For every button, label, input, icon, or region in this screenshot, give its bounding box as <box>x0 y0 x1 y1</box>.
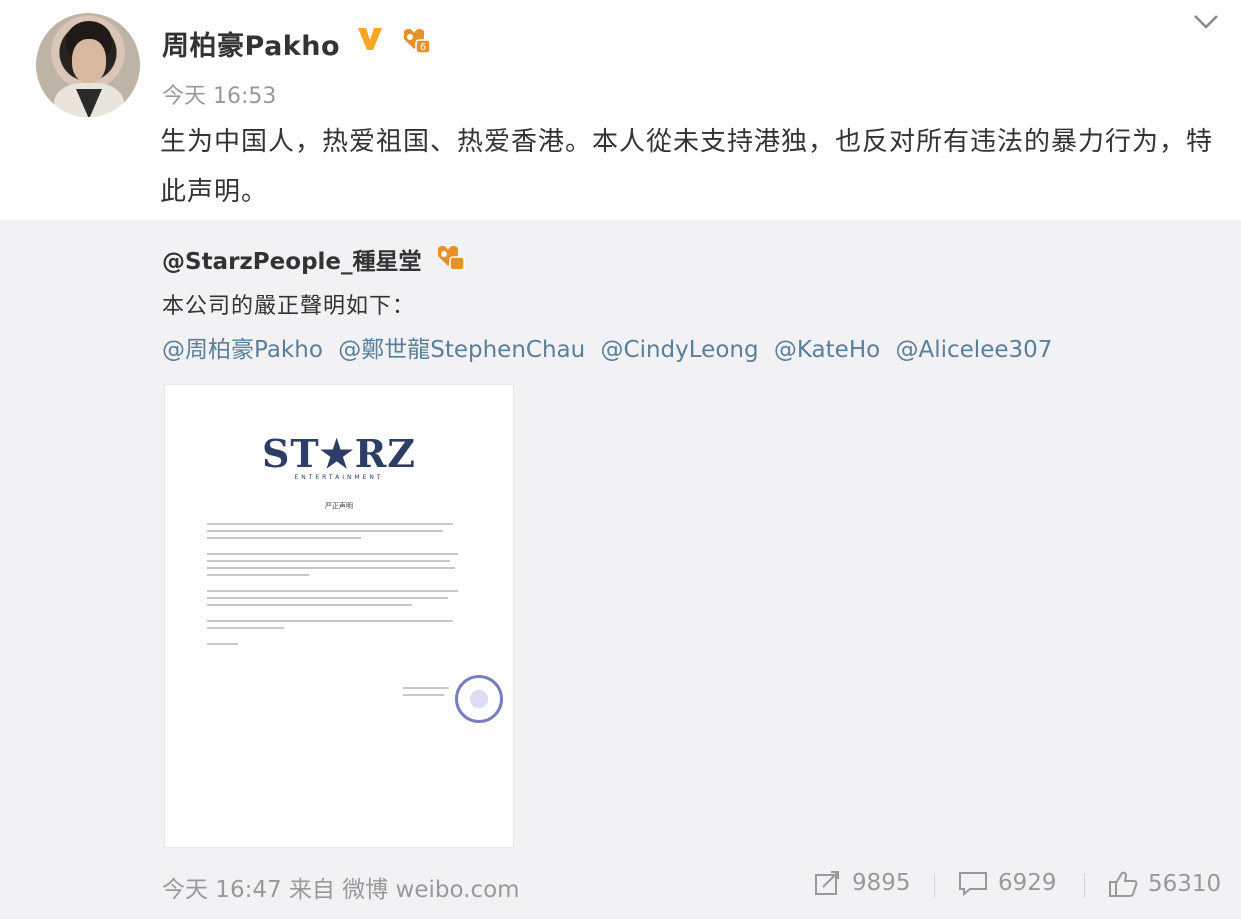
svg-text:6: 6 <box>420 42 426 53</box>
mention-link[interactable]: @KateHo <box>774 337 880 363</box>
avatar-face <box>72 39 106 83</box>
document-heading: 严正声明 <box>325 502 353 510</box>
mention-link[interactable]: @CindyLeong <box>601 337 759 363</box>
member-badge-icon[interactable]: 6 <box>398 27 432 55</box>
comment-icon <box>959 872 987 896</box>
comment-count: 6929 <box>998 870 1057 896</box>
repost-footer: 今天 16:47 来自 微博 weibo.com 9895 6929 56310 <box>0 870 1241 903</box>
verified-v-icon <box>358 28 382 50</box>
member-badge-icon[interactable] <box>432 244 466 272</box>
original-text: 本公司的嚴正聲明如下： <box>162 294 416 319</box>
mention-link[interactable]: @周柏豪Pakho <box>162 337 323 363</box>
avatar[interactable] <box>36 13 140 117</box>
signature-lines <box>403 687 449 701</box>
thumbs-up-icon <box>1109 871 1138 897</box>
document-body <box>207 523 463 650</box>
logo-subtitle: ENTERTAINMENT <box>294 474 384 481</box>
mention-link[interactable]: @鄭世龍StephenChau <box>338 337 585 363</box>
chevron-down-icon[interactable] <box>1192 12 1220 32</box>
statement-image[interactable]: ST★RZ ENTERTAINMENT 严正声明 <box>164 384 514 848</box>
starz-logo: ST★RZ ENTERTAINMENT <box>165 431 513 481</box>
original-author[interactable]: @StarzPeople_種星堂 <box>162 242 422 276</box>
username[interactable]: 周柏豪Pakho <box>162 24 340 63</box>
comment-button[interactable]: 6929 <box>958 870 1057 896</box>
repost-box: @StarzPeople_種星堂 本公司的嚴正聲明如下： @周柏豪Pakho @… <box>0 220 1241 919</box>
like-count: 56310 <box>1148 871 1222 897</box>
mention-link[interactable]: @Alicelee307 <box>896 337 1053 363</box>
post-text: 生为中国人，热爱祖国、热爱香港。本人從未支持港独，也反对所有违法的暴力行为，特此… <box>160 127 1214 207</box>
company-seal <box>455 675 503 723</box>
divider <box>1084 874 1085 898</box>
source-timestamp[interactable]: 今天 16:47 来自 微博 weibo.com <box>162 870 520 904</box>
post-timestamp[interactable]: 今天 16:53 <box>162 78 276 110</box>
repost-icon <box>815 871 839 895</box>
divider <box>934 874 935 898</box>
avatar-shirt <box>76 89 102 117</box>
repost-button[interactable]: 9895 <box>814 870 911 896</box>
like-button[interactable]: 56310 <box>1108 870 1221 898</box>
mention-list: @周柏豪Pakho @鄭世龍StephenChau @CindyLeong @K… <box>162 330 1060 364</box>
logo-text: ST★RZ <box>261 431 417 476</box>
repost-count: 9895 <box>852 870 911 896</box>
weibo-post: 周柏豪Pakho 6 今天 16:53 生为中国人，热爱祖国、热爱香港。本人從未… <box>0 0 1241 220</box>
